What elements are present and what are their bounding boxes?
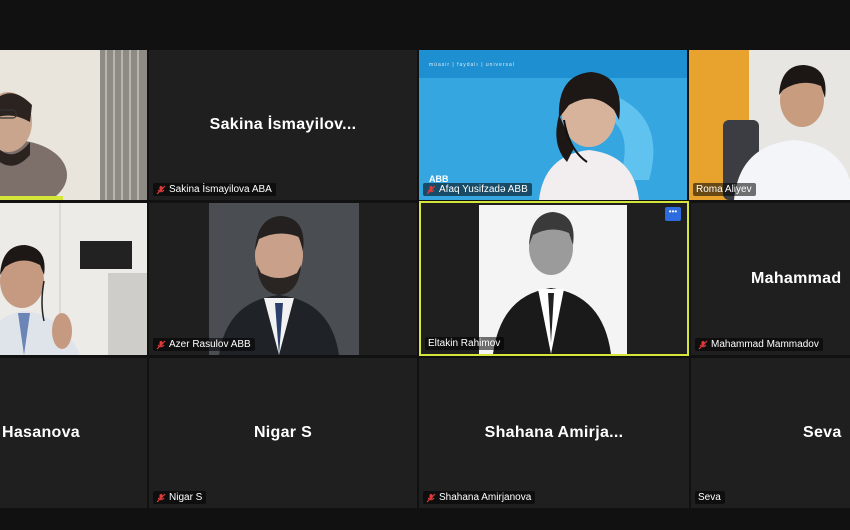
participant-video xyxy=(149,203,417,355)
participant-name-tag: Eltakin Rahimov xyxy=(425,337,505,350)
video-tile-r1c3[interactable]: müasir | faydalı | universal ABB Afaq Yu… xyxy=(419,50,687,200)
participant-name-large: Sakina İsmayilov... xyxy=(209,116,357,133)
participant-video xyxy=(0,50,147,200)
participant-name-tag: Mahammad Mammadov xyxy=(695,338,823,351)
participant-tag-label: Roma Aliyev xyxy=(696,184,752,195)
participant-name-large: Nigar S xyxy=(253,424,313,441)
participant-name-tag: Afaq Yusifzadə ABB xyxy=(423,183,532,196)
video-tile-r2c1[interactable] xyxy=(0,203,147,355)
participant-name-tag: Seva xyxy=(695,491,725,504)
mic-muted-icon xyxy=(156,185,166,194)
video-tile-r3c4[interactable]: Seva Seva xyxy=(691,358,850,508)
participant-name-tag: Shahana Amirjanova xyxy=(423,491,536,504)
participant-name-tag: Nigar S xyxy=(153,491,207,504)
participant-tag-label: Nigar S xyxy=(169,492,203,503)
participant-video xyxy=(0,203,147,355)
participant-tag-label: Sakina İsmayilova ABA xyxy=(169,184,272,195)
video-tile-r2c4[interactable]: Mahammad Mahammad Mammadov xyxy=(691,203,850,355)
mic-muted-icon xyxy=(426,493,436,502)
participant-name-large: Hasanova xyxy=(2,424,80,441)
top-bar xyxy=(0,0,850,48)
participant-name-tag: Roma Aliyev xyxy=(693,183,756,196)
participant-video xyxy=(421,203,687,354)
participant-name-large: Seva xyxy=(803,424,842,441)
participant-tag-label: Eltakin Rahimov xyxy=(428,338,501,349)
banner-text: müasir | faydalı | universal xyxy=(429,62,515,68)
bottom-bar xyxy=(0,508,850,530)
video-tile-r1c4[interactable]: Roma Aliyev xyxy=(689,50,850,200)
participant-tag-label: Afaq Yusifzadə ABB xyxy=(439,184,528,195)
participant-name-tag: Azer Rasulov ABB xyxy=(153,338,255,351)
mic-muted-icon xyxy=(698,340,708,349)
participant-name-large: Mahammad xyxy=(751,270,842,287)
participant-tag-label: Mahammad Mammadov xyxy=(711,339,819,350)
video-tile-r1c2[interactable]: Sakina İsmayilov... Sakina İsmayilova AB… xyxy=(149,50,417,200)
participant-tag-label: Seva xyxy=(698,492,721,503)
participant-video xyxy=(689,50,850,200)
participant-name-tag: Sakina İsmayilova ABA xyxy=(153,183,276,196)
mic-muted-icon xyxy=(426,185,436,194)
video-tile-r3c1[interactable]: Hasanova xyxy=(0,358,147,508)
video-tile-r1c1[interactable] xyxy=(0,50,147,200)
video-tile-r2c2[interactable]: Azer Rasulov ABB xyxy=(149,203,417,355)
mic-muted-icon xyxy=(156,340,166,349)
participant-tag-label: Azer Rasulov ABB xyxy=(169,339,251,350)
video-tile-r3c2[interactable]: Nigar S Nigar S xyxy=(149,358,417,508)
participant-name-large: Shahana Amirja... xyxy=(484,424,624,441)
mic-muted-icon xyxy=(156,493,166,502)
participant-tag-label: Shahana Amirjanova xyxy=(439,492,532,503)
more-options-icon[interactable]: ••• xyxy=(665,207,681,221)
video-tile-r2c3-active-speaker[interactable]: ••• Eltakin Rahimov xyxy=(419,201,689,356)
video-tile-r3c3[interactable]: Shahana Amirja... Shahana Amirjanova xyxy=(419,358,689,508)
participant-video: müasir | faydalı | universal ABB xyxy=(419,50,687,200)
